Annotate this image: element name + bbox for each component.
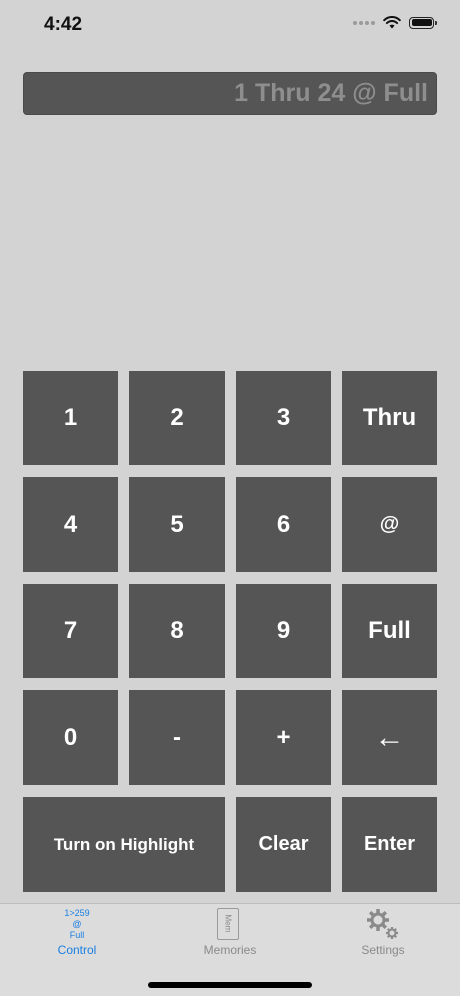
tab-settings[interactable]: Settings: [328, 904, 438, 964]
status-time: 4:42: [44, 14, 83, 35]
memory-card-icon: Mem: [217, 908, 239, 940]
enter-button[interactable]: Enter: [342, 797, 437, 892]
battery-icon: [409, 16, 437, 29]
key-4[interactable]: 4: [23, 477, 118, 572]
thru-button[interactable]: Thru: [342, 371, 437, 465]
highlight-button[interactable]: Turn on Highlight: [23, 797, 225, 892]
key-6[interactable]: 6: [236, 477, 331, 572]
tab-control[interactable]: 1>259 @ Full Control: [22, 904, 132, 964]
wifi-icon: [383, 16, 401, 29]
control-icon: 1>259 @ Full: [64, 908, 90, 940]
signal-icon: [353, 20, 375, 25]
key-8[interactable]: 8: [129, 584, 225, 678]
plus-button[interactable]: +: [236, 690, 331, 785]
tab-memories[interactable]: Mem Memories: [175, 904, 285, 964]
tab-label: Memories: [203, 943, 257, 957]
full-button[interactable]: Full: [342, 584, 437, 678]
key-1[interactable]: 1: [23, 371, 118, 465]
key-3[interactable]: 3: [236, 371, 331, 465]
clear-button[interactable]: Clear: [236, 797, 331, 892]
key-5[interactable]: 5: [129, 477, 225, 572]
key-2[interactable]: 2: [129, 371, 225, 465]
tab-label: Settings: [361, 943, 405, 957]
status-icons: [353, 16, 437, 29]
key-0[interactable]: 0: [23, 690, 118, 785]
backspace-button[interactable]: ←: [342, 690, 437, 785]
key-9[interactable]: 9: [236, 584, 331, 678]
status-bar: 4:42: [0, 0, 460, 50]
at-button[interactable]: @: [342, 477, 437, 572]
home-indicator: [148, 982, 312, 988]
minus-button[interactable]: -: [129, 690, 225, 785]
gear-icon: [367, 909, 398, 939]
key-7[interactable]: 7: [23, 584, 118, 678]
tab-label: Control: [57, 943, 97, 957]
command-display: 1 Thru 24 @ Full: [23, 72, 437, 115]
